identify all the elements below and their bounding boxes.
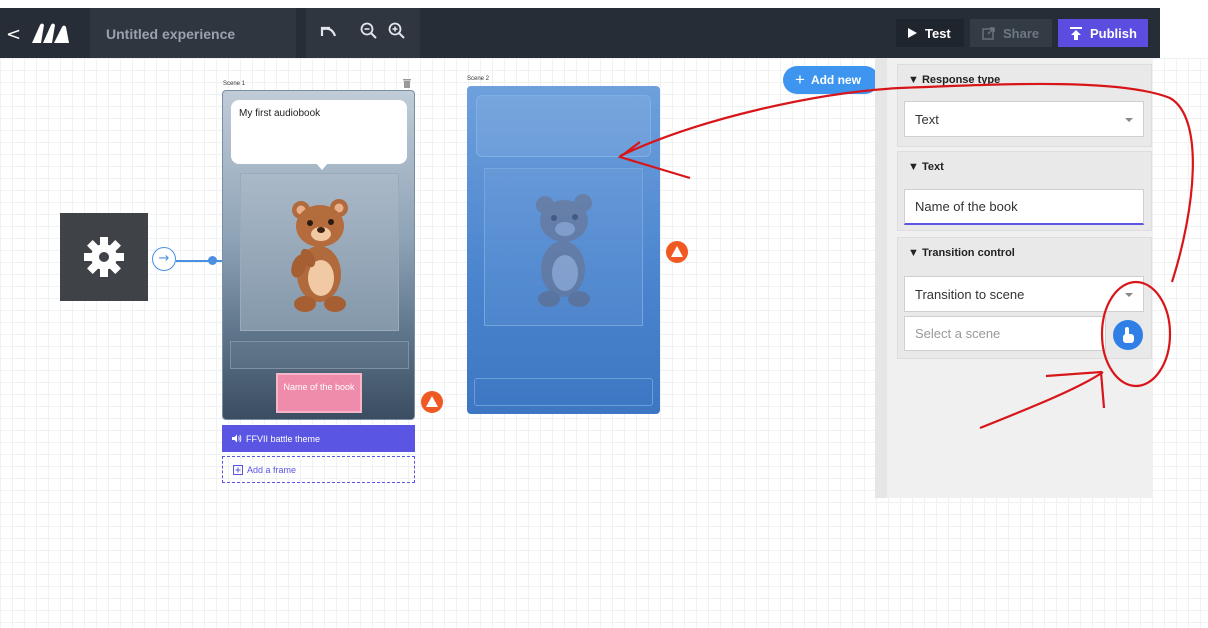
speech-bubble-text[interactable]: My first audiobook bbox=[239, 108, 320, 119]
app-logo-icon[interactable] bbox=[30, 21, 72, 45]
scene2-speech-frame[interactable] bbox=[476, 95, 651, 157]
add-frame-label: Add a frame bbox=[247, 464, 297, 475]
connector-arrow-icon[interactable]: → bbox=[152, 247, 176, 271]
connector-dot[interactable] bbox=[208, 256, 217, 265]
scene2-image-frame[interactable] bbox=[484, 168, 643, 326]
play-icon bbox=[908, 28, 917, 38]
zoom-out-icon[interactable] bbox=[360, 22, 378, 40]
publish-button-label: Publish bbox=[1090, 25, 1137, 41]
scene1-input-frame[interactable] bbox=[230, 341, 409, 369]
text-input-value: Name of the book bbox=[915, 199, 1018, 214]
transition-heading[interactable]: ▼ Transition control bbox=[908, 247, 1015, 259]
response-type-value: Text bbox=[915, 111, 939, 127]
speech-bubble[interactable]: My first audiobook bbox=[231, 100, 407, 170]
scene-select-placeholder: Select a scene bbox=[915, 326, 1001, 341]
scene-select[interactable]: Select a scene bbox=[904, 316, 1106, 351]
share-icon bbox=[982, 26, 995, 40]
gear-icon bbox=[84, 237, 124, 277]
publish-icon bbox=[1070, 26, 1082, 40]
settings-node[interactable] bbox=[60, 213, 148, 301]
zoom-in-icon[interactable] bbox=[388, 22, 406, 40]
response-type-select[interactable]: Text bbox=[904, 101, 1144, 137]
undo-icon[interactable] bbox=[318, 24, 338, 40]
scene1-warning-icon[interactable] bbox=[421, 391, 443, 413]
audio-track[interactable]: FFVII battle theme bbox=[222, 425, 415, 452]
add-new-button[interactable]: + Add new bbox=[783, 66, 879, 94]
add-frame-icon bbox=[233, 464, 243, 475]
chevron-down-icon bbox=[1125, 118, 1133, 122]
top-bar: < Untitled experience Test Share Publish bbox=[0, 8, 1160, 58]
scene2-warning-icon[interactable] bbox=[666, 241, 688, 263]
text-heading[interactable]: ▼ Text bbox=[908, 161, 944, 173]
text-input[interactable]: Name of the book bbox=[904, 189, 1144, 225]
experience-title[interactable]: Untitled experience bbox=[106, 26, 235, 42]
panel-scrollbar[interactable] bbox=[875, 58, 887, 498]
test-button[interactable]: Test bbox=[896, 19, 964, 47]
chevron-down-icon bbox=[1125, 293, 1133, 297]
scene2-label: Scene 2 bbox=[467, 76, 490, 82]
trash-icon[interactable] bbox=[403, 78, 411, 88]
test-button-label: Test bbox=[925, 25, 951, 41]
plus-icon: + bbox=[795, 70, 805, 89]
scene1-label: Scene 1 bbox=[223, 81, 246, 87]
scene1-card[interactable]: My first audiobook Name of the book bbox=[222, 90, 415, 420]
response-type-heading[interactable]: ▼ Response type bbox=[908, 74, 1000, 86]
scene2-input-frame[interactable] bbox=[474, 378, 653, 406]
share-button[interactable]: Share bbox=[970, 19, 1052, 47]
share-button-label: Share bbox=[1003, 25, 1040, 41]
scene2-card[interactable] bbox=[467, 86, 660, 414]
speaker-icon bbox=[232, 434, 242, 443]
history-zoom-tools bbox=[306, 8, 420, 58]
scene1-image-frame[interactable] bbox=[240, 173, 399, 331]
audio-track-label: FFVII battle theme bbox=[246, 433, 321, 444]
book-name-button[interactable]: Name of the book bbox=[276, 373, 362, 413]
teddy-bear-icon bbox=[291, 199, 348, 312]
transition-mode-select[interactable]: Transition to scene bbox=[904, 276, 1144, 312]
back-button[interactable]: < bbox=[6, 24, 21, 45]
pointer-hand-icon bbox=[1123, 327, 1134, 343]
transition-mode-value: Transition to scene bbox=[915, 286, 1025, 302]
experience-title-box[interactable]: Untitled experience bbox=[90, 8, 296, 58]
add-new-label: Add new bbox=[810, 73, 861, 87]
teddy-bear-icon bbox=[536, 194, 592, 307]
add-frame-button[interactable]: Add a frame bbox=[222, 456, 415, 483]
publish-button[interactable]: Publish bbox=[1058, 19, 1148, 47]
pick-scene-button[interactable] bbox=[1113, 320, 1143, 350]
